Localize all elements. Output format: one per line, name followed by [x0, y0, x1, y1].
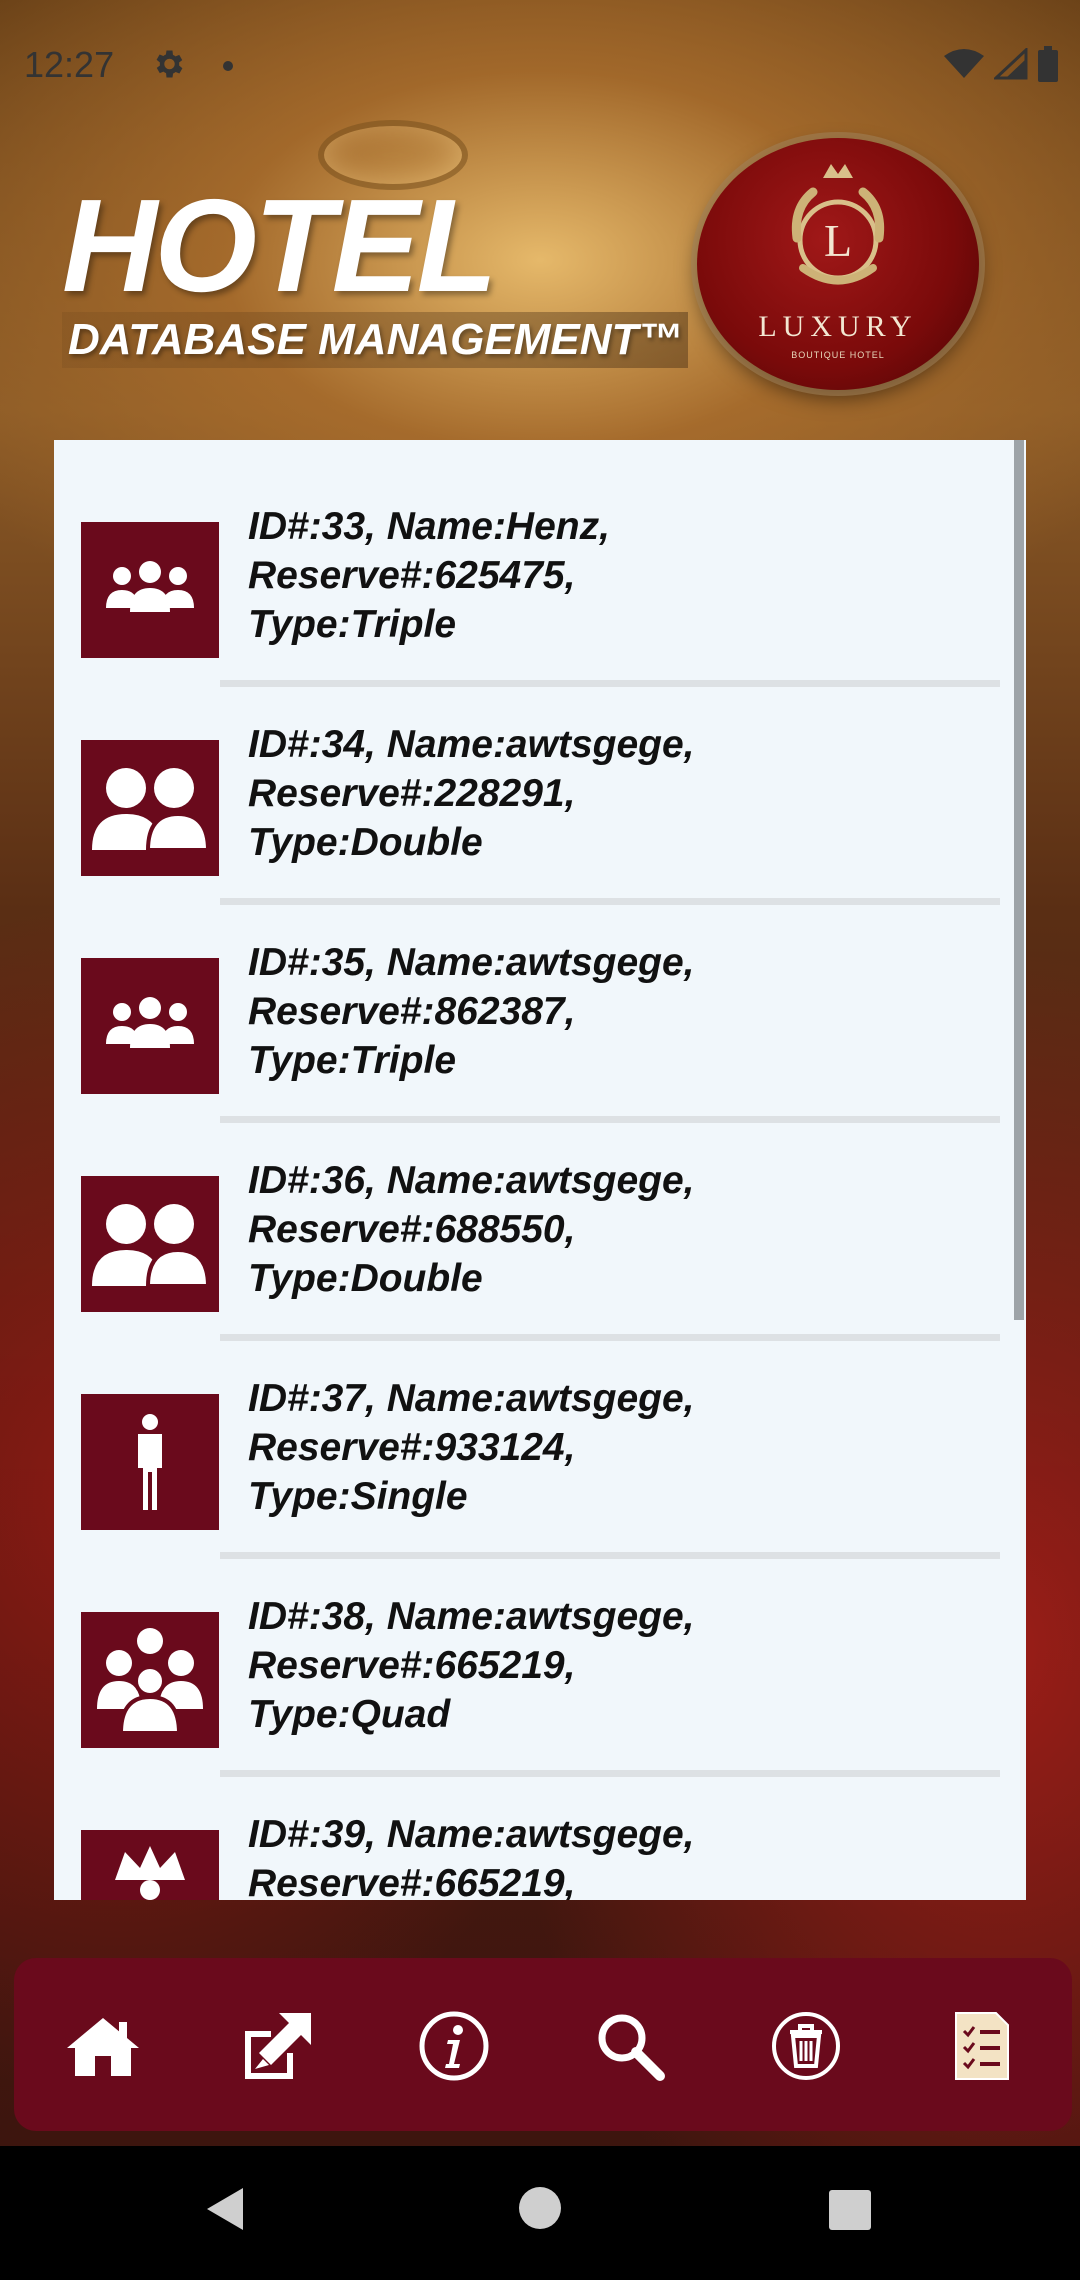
list-item[interactable]: ID#:33, Name:Henz, Reserve#:625475, Type…: [54, 440, 1026, 687]
reservation-text: ID#:38, Name:awtsgege, Reserve#:665219, …: [248, 1595, 695, 1736]
delete-icon: [772, 2012, 840, 2080]
logo-wordmark: LUXURY: [758, 310, 918, 343]
app-title: HOTEL: [62, 172, 497, 319]
list-item[interactable]: ID#:35, Name:awtsgege, Reserve#:862387, …: [54, 876, 1026, 1123]
gear-icon: [156, 50, 183, 78]
search-button[interactable]: [590, 2006, 670, 2086]
list-item[interactable]: ID#:38, Name:awtsgege, Reserve#:665219, …: [54, 1530, 1026, 1777]
reservation-list[interactable]: ID#:33, Name:Henz, Reserve#:625475, Type…: [54, 440, 1026, 1900]
bottom-navigation: [14, 1958, 1072, 2131]
list-item[interactable]: ID#:39, Name:awtsgege, Reserve#:665219,: [54, 1748, 1026, 1900]
wifi-icon: [944, 49, 984, 78]
home-button[interactable]: [63, 2006, 143, 2086]
laurel-crown-icon: L: [791, 164, 885, 285]
back-icon[interactable]: [205, 2186, 245, 2232]
double-room-icon: [81, 1176, 219, 1312]
list-item[interactable]: ID#:36, Name:awtsgege, Reserve#:688550, …: [54, 1094, 1026, 1341]
reservation-text: ID#:37, Name:awtsgege, Reserve#:933124, …: [248, 1377, 695, 1518]
status-bar: 12:27: [0, 0, 1080, 135]
reservation-text: ID#:34, Name:awtsgege, Reserve#:228291, …: [248, 723, 695, 864]
single-room-icon: [81, 1394, 219, 1530]
list-button[interactable]: [942, 2006, 1022, 2086]
reservation-text: ID#:36, Name:awtsgege, Reserve#:688550, …: [248, 1159, 695, 1300]
quad-room-icon: [81, 1612, 219, 1748]
info-icon: [419, 2011, 489, 2081]
triple-room-icon: [81, 522, 219, 658]
search-icon: [598, 2014, 665, 2081]
reservation-text: ID#:39, Name:awtsgege, Reserve#:665219,: [248, 1813, 695, 1900]
edit-icon: [245, 2013, 311, 2079]
status-time: 12:27: [24, 44, 115, 85]
app-subtitle: DATABASE MANAGEMENT™: [62, 312, 688, 368]
status-indicators: [944, 46, 1058, 82]
triple-room-icon: [81, 958, 219, 1094]
edit-button[interactable]: [238, 2006, 318, 2086]
reservation-text: ID#:33, Name:Henz, Reserve#:625475, Type…: [248, 505, 610, 646]
logo-tagline: BOUTIQUE HOTEL: [791, 350, 885, 360]
info-button[interactable]: [414, 2006, 494, 2086]
home-circle-icon[interactable]: [518, 2186, 562, 2230]
battery-icon: [1038, 46, 1058, 82]
suite-room-icon: [81, 1830, 219, 1900]
home-icon: [67, 2018, 139, 2076]
notification-dot-icon: [223, 61, 233, 71]
list-icon: [955, 2012, 1009, 2080]
list-scrollbar[interactable]: [1014, 440, 1024, 1320]
signal-icon: [994, 48, 1028, 80]
reservation-text: ID#:35, Name:awtsgege, Reserve#:862387, …: [248, 941, 695, 1082]
luxury-hotel-logo: L LUXURY BOUTIQUE HOTEL: [697, 138, 979, 390]
logo-monogram: L: [824, 215, 852, 266]
list-item[interactable]: ID#:34, Name:awtsgege, Reserve#:228291, …: [54, 658, 1026, 905]
double-room-icon: [81, 740, 219, 876]
delete-button[interactable]: [766, 2006, 846, 2086]
system-navigation-bar: [0, 2146, 1080, 2280]
list-item[interactable]: ID#:37, Name:awtsgege, Reserve#:933124, …: [54, 1312, 1026, 1559]
recents-icon[interactable]: [829, 2190, 871, 2230]
